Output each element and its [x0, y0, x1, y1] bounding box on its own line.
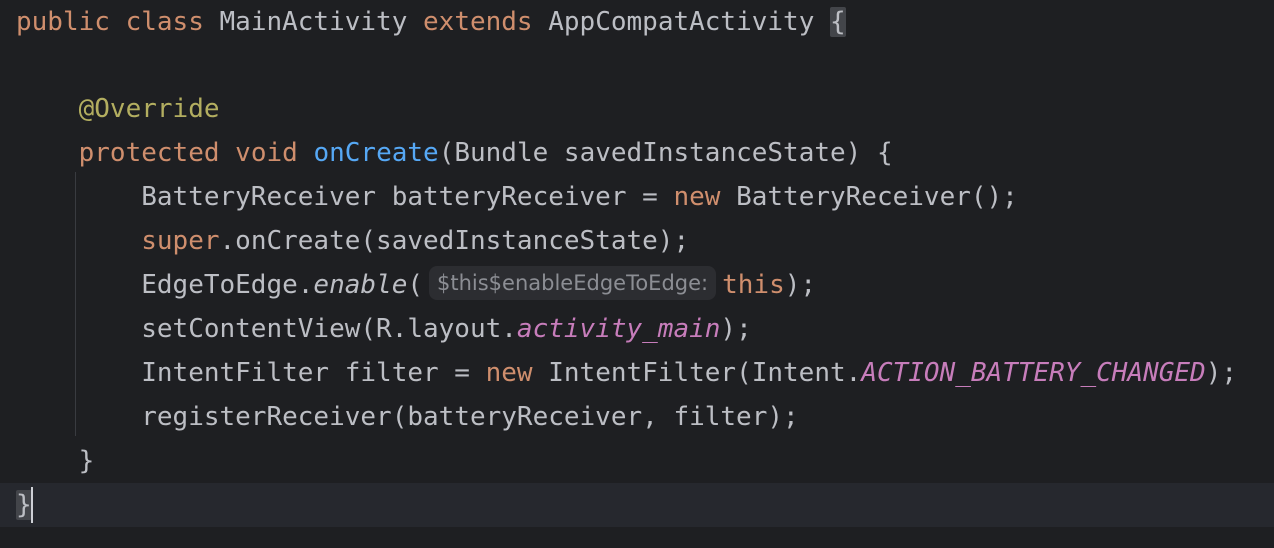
code-token: registerReceiver(batteryReceiver, filter… [141, 402, 799, 432]
code-line-content: EdgeToEdge.enable($this$enableEdgeToEdge… [16, 263, 816, 307]
code-token: super [141, 226, 220, 256]
code-token: .onCreate(savedInstanceState); [219, 226, 690, 256]
code-token: ( [407, 270, 423, 300]
code-line-content: protected void onCreate(Bundle savedInst… [16, 131, 893, 175]
code-line-content: } [16, 483, 32, 527]
code-token: IntentFilter(Intent. [532, 358, 862, 388]
code-line-content: super.onCreate(savedInstanceState); [16, 219, 689, 263]
parameter-hint: $this$enableEdgeToEdge: [429, 266, 717, 300]
code-token: activity_main [516, 314, 721, 344]
code-line-content: public class MainActivity extends AppCom… [16, 0, 846, 44]
code-line-content: registerReceiver(batteryReceiver, filter… [16, 395, 799, 439]
code-editor[interactable]: public class MainActivity extends AppCom… [0, 0, 1274, 548]
code-token: extends [423, 7, 533, 37]
code-line-content: } [16, 439, 95, 483]
code-token: public [16, 7, 110, 37]
code-token: EdgeToEdge. [141, 270, 314, 300]
code-token: setContentView(R.layout. [141, 314, 517, 344]
code-line-content: BatteryReceiver batteryReceiver = new Ba… [16, 175, 1018, 219]
text-caret [31, 487, 33, 523]
code-line-content: setContentView(R.layout.activity_main); [16, 307, 752, 351]
code-token: IntentFilter filter = [141, 358, 486, 388]
code-line-content: IntentFilter filter = new IntentFilter(I… [16, 351, 1237, 395]
code-token: ); [720, 314, 752, 344]
code-token: void [235, 138, 298, 168]
code-token: new [485, 358, 533, 388]
code-token: @Override [78, 94, 220, 124]
code-token: ); [784, 270, 817, 300]
code-token: enable [313, 270, 408, 300]
code-token: ACTION_BATTERY_CHANGED [861, 358, 1206, 388]
code-token: BatteryReceiver(); [720, 182, 1018, 212]
code-token: protected [78, 138, 220, 168]
code-token: AppCompatActivity [532, 7, 831, 37]
code-token: (Bundle savedInstanceState) { [438, 138, 893, 168]
code-token: } [16, 490, 32, 520]
code-token: onCreate [313, 138, 439, 168]
current-line-highlight [0, 483, 1274, 527]
code-token: MainActivity [203, 7, 424, 37]
code-token: this [722, 270, 785, 300]
code-token: BatteryReceiver batteryReceiver = [141, 182, 674, 212]
code-line-content: @Override [16, 87, 220, 131]
code-token: } [78, 446, 95, 476]
code-token: ); [1205, 358, 1237, 388]
code-token: class [125, 7, 204, 37]
code-token: { [830, 7, 846, 37]
code-token: new [673, 182, 721, 212]
